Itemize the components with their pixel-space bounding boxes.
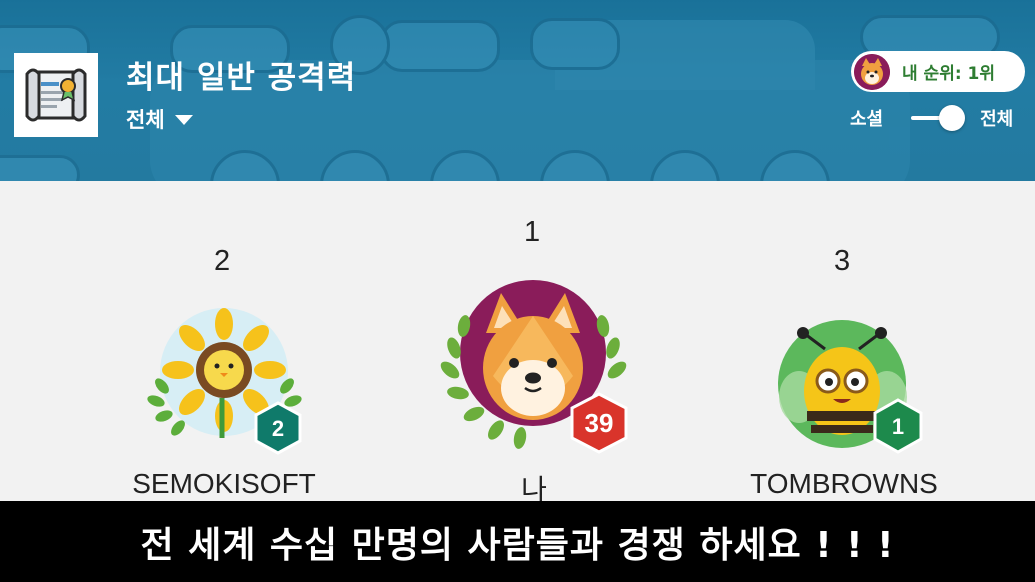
rank-number: 1 [524,216,541,248]
svg-text:2: 2 [272,416,284,441]
my-avatar-icon [854,53,890,90]
caret-down-icon [174,115,193,125]
scope-toggle-switch[interactable] [911,104,969,132]
scroll-icon [14,53,98,137]
player-name: SEMOKISOFT [132,468,316,499]
leaderboard-header: 최대 일반 공격력 전체 내 순위: 1위 소셜 전체 [0,0,1035,181]
toggle-all-label: 전체 [980,109,1014,130]
my-rank-button[interactable]: 내 순위: 1위 [851,51,1025,92]
my-rank-label: 내 순위: 1위 [902,64,996,84]
svg-text:39: 39 [585,408,614,438]
svg-text:1: 1 [892,414,904,439]
promo-banner-text: 전 세계 수십 만명의 사람들과 경쟁 하세요 ! ! ! [140,524,895,566]
level-badge: 1 [873,398,923,454]
rank-number: 2 [214,245,231,277]
filter-dropdown[interactable]: 전체 [126,104,193,134]
level-badge: 39 [570,392,628,454]
filter-dropdown-label: 전체 [126,108,165,132]
level-badge: 2 [254,401,302,455]
scope-toggle-row: 소셜 전체 [850,104,1013,132]
podium: 2 2 SEMOKISOFT 1 39 나 3 1 TOMBROWNS [0,181,1035,505]
rank-number: 3 [834,245,851,277]
page-title: 최대 일반 공격력 [126,60,357,96]
promo-banner: 전 세계 수십 만명의 사람들과 경쟁 하세요 ! ! ! [0,501,1035,582]
player-name: TOMBROWNS [750,468,938,499]
toggle-social-label: 소셜 [850,109,884,130]
